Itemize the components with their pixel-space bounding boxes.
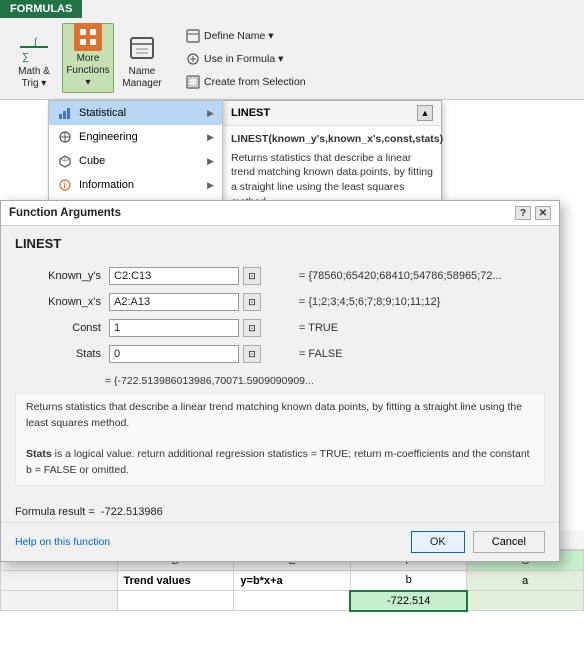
- statistical-icon: [57, 105, 73, 121]
- information-label: Information: [79, 179, 201, 191]
- arg-collapse-stats[interactable]: ⊡: [243, 345, 261, 363]
- cell-g1[interactable]: a: [467, 571, 584, 591]
- cube-arrow: ▶: [207, 156, 214, 167]
- arg-row-known-ys: Known_y's ⊡ = {78560;65420;68410;54786;5…: [15, 265, 545, 287]
- hint-text: is a logical value: return additional re…: [26, 448, 530, 476]
- linest-scroll-up[interactable]: ▲: [417, 105, 433, 121]
- arg-input-cell-known-ys: ⊡: [105, 265, 295, 287]
- name-manager-icon: [126, 32, 158, 64]
- arg-input-cell-known-xs: ⊡: [105, 291, 295, 313]
- arg-input-const[interactable]: [109, 319, 239, 337]
- arg-collapse-const[interactable]: ⊡: [243, 319, 261, 337]
- engineering-label: Engineering: [79, 131, 201, 143]
- math-trig-button[interactable]: ∑ ∫ Math & Trig ▾: [8, 23, 60, 93]
- cell-d2[interactable]: [117, 591, 234, 611]
- ok-button[interactable]: OK: [411, 531, 465, 553]
- dialog-close-button[interactable]: ✕: [535, 206, 551, 220]
- svg-text:∑: ∑: [22, 52, 29, 63]
- cube-label: Cube: [79, 155, 201, 167]
- dropdown-item-engineering[interactable]: Engineering ▶: [49, 125, 222, 149]
- cell-f2[interactable]: -722.514: [350, 591, 467, 611]
- ribbon: FORMULAS ∑ ∫ Math & Trig ▾: [0, 0, 584, 100]
- arg-row-const: Const ⊡ = TRUE: [15, 317, 545, 339]
- information-arrow: ▶: [207, 180, 214, 191]
- svg-text:i: i: [64, 181, 66, 190]
- function-library-group: ∑ ∫ Math & Trig ▾: [8, 23, 168, 93]
- dialog-description: Returns statistics that describe a linea…: [26, 401, 522, 429]
- dialog-title: Function Arguments: [9, 207, 121, 219]
- arg-label-stats: Stats: [15, 343, 105, 365]
- more-functions-icon: [72, 23, 104, 51]
- arg-result-stats: = FALSE: [295, 343, 545, 365]
- args-table: Known_y's ⊡ = {78560;65420;68410;54786;5…: [15, 261, 545, 369]
- function-arguments-dialog: Function Arguments ? ✕ LINEST Known_y's …: [0, 200, 560, 562]
- row-num-1: [1, 571, 118, 591]
- formula-result-line: Formula result = -722.513986: [15, 506, 545, 518]
- cancel-button[interactable]: Cancel: [473, 531, 545, 553]
- more-functions-label: More Functions ▾: [66, 53, 110, 89]
- math-trig-icon: ∑ ∫: [18, 32, 50, 64]
- cell-e1[interactable]: y=b*x+a: [234, 571, 351, 591]
- engineering-icon: [57, 129, 73, 145]
- define-name-button[interactable]: Define Name ▾: [182, 25, 310, 47]
- name-manager-label: Name Manager: [119, 66, 165, 90]
- dialog-func-name: LINEST: [15, 236, 545, 251]
- cell-f1[interactable]: b: [350, 571, 467, 591]
- information-icon: i: [57, 177, 73, 193]
- dropdown-item-information[interactable]: i Information ▶: [49, 173, 222, 197]
- arg-result-known-xs: = {1;2;3;4;5;6;7;8;9;10;11;12}: [295, 291, 545, 313]
- sheet-row-1: Trend values y=b*x+a b a: [1, 571, 584, 591]
- arg-row-stats: Stats ⊡ = FALSE: [15, 343, 545, 365]
- more-functions-button[interactable]: More Functions ▾: [62, 23, 114, 93]
- dialog-hint: Returns statistics that describe a linea…: [15, 393, 545, 486]
- arg-collapse-known-xs[interactable]: ⊡: [243, 293, 261, 311]
- cell-g2[interactable]: [467, 591, 584, 611]
- engineering-arrow: ▶: [207, 132, 214, 143]
- dialog-title-buttons: ? ✕: [515, 206, 551, 220]
- cell-e2[interactable]: [234, 591, 351, 611]
- arg-label-known-xs: Known_x's: [15, 291, 105, 313]
- cell-d1[interactable]: Trend values: [117, 571, 234, 591]
- arg-label-const: Const: [15, 317, 105, 339]
- linest-header: LINEST ▲: [223, 101, 441, 126]
- arg-collapse-known-ys[interactable]: ⊡: [243, 267, 261, 285]
- cube-icon: [57, 153, 73, 169]
- arg-result-const: = TRUE: [295, 317, 545, 339]
- dialog-body: LINEST Known_y's ⊡ = {78560;65420;68410;…: [1, 226, 559, 502]
- math-trig-label: Math & Trig ▾: [18, 66, 50, 90]
- statistical-label: Statistical: [79, 107, 201, 119]
- statistical-arrow: ▶: [207, 108, 214, 119]
- arg-input-cell-const: ⊡: [105, 317, 295, 339]
- arg-input-known-ys[interactable]: [109, 267, 239, 285]
- arg-row-known-xs: Known_x's ⊡ = {1;2;3;4;5;6;7;8;9;10;11;1…: [15, 291, 545, 313]
- linest-tooltip: LINEST ▲ LINEST(known_y's,known_x's,cons…: [222, 100, 442, 216]
- arg-input-known-xs[interactable]: [109, 293, 239, 311]
- dialog-titlebar: Function Arguments ? ✕: [1, 201, 559, 226]
- dialog-help-button[interactable]: ?: [515, 206, 531, 220]
- help-link[interactable]: Help on this function: [15, 536, 110, 548]
- dropdown-item-statistical[interactable]: Statistical ▶: [49, 101, 222, 125]
- row-num-2: [1, 591, 118, 611]
- linest-title: LINEST: [231, 107, 270, 119]
- defined-names-group: Define Name ▾ Use in Formula ▾ Create fr…: [182, 25, 310, 93]
- arg-input-stats[interactable]: [109, 345, 239, 363]
- use-in-formula-button[interactable]: Use in Formula ▾: [182, 48, 310, 70]
- arg-label-known-ys: Known_y's: [15, 265, 105, 287]
- formulas-tab[interactable]: FORMULAS: [0, 0, 82, 18]
- dialog-buttons: OK Cancel: [411, 531, 545, 553]
- arg-result-known-ys: = {78560;65420;68410;54786;58965;72...: [295, 265, 545, 287]
- hint-bold: Stats: [26, 448, 52, 460]
- dropdown-item-cube[interactable]: Cube ▶: [49, 149, 222, 173]
- dialog-footer: Help on this function OK Cancel: [1, 522, 559, 561]
- sheet-row-2: -722.514: [1, 591, 584, 611]
- create-from-selection-button[interactable]: Create from Selection: [182, 71, 310, 93]
- name-manager-button[interactable]: Name Manager: [116, 23, 168, 93]
- linest-signature: LINEST(known_y's,known_x's,const,stats): [231, 132, 433, 147]
- arg-input-cell-stats: ⊡: [105, 343, 295, 365]
- formula-array-result: = {-722.513986013986,70071.5909090909...: [105, 375, 545, 387]
